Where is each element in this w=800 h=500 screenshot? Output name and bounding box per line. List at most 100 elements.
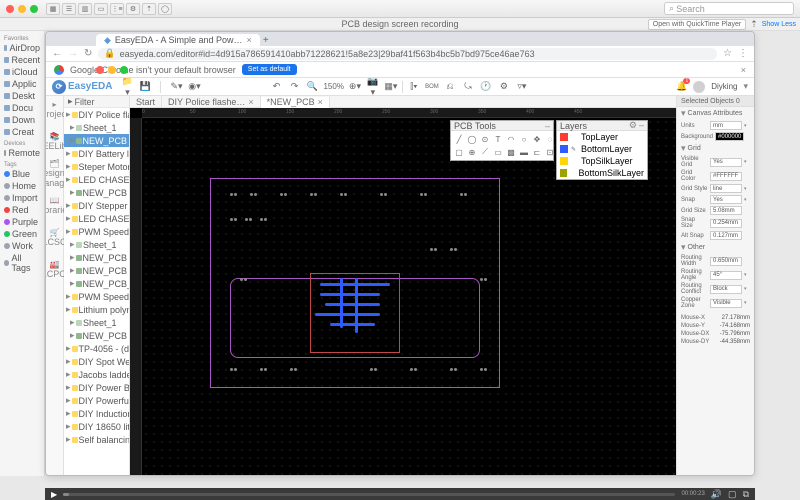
finder-tag[interactable]: Blue xyxy=(2,168,42,180)
forward-icon[interactable]: → xyxy=(68,48,78,59)
rail-item-design-manager[interactable]: 🗂Design Manager xyxy=(47,162,63,184)
props-value[interactable]: #FFFFFF xyxy=(710,172,742,181)
settings-icon[interactable]: ⚙ xyxy=(497,81,511,92)
via-tool-icon[interactable]: ⊙ xyxy=(479,133,491,145)
layer-row[interactable]: ✎BottomLayer xyxy=(557,143,647,155)
finder-item[interactable]: Creat xyxy=(2,126,42,138)
props-value[interactable]: 5.08mm xyxy=(710,206,742,215)
share-preview-icon[interactable]: ⇡ xyxy=(750,19,758,30)
app-logo[interactable]: ⟳ EasyEDA xyxy=(52,80,112,94)
tree-expand-icon[interactable]: ▸ xyxy=(70,265,75,276)
open-quicktime-button[interactable]: Open with QuickTime Player xyxy=(648,19,746,30)
rail-item-project[interactable]: ▸Project xyxy=(47,98,63,120)
dropdown-icon[interactable]: ▾ xyxy=(744,123,750,129)
username[interactable]: Diyking xyxy=(711,82,737,91)
crosshair-icon[interactable]: ⊕▾ xyxy=(348,81,362,92)
finder-tag[interactable]: Import xyxy=(2,192,42,204)
history-icon[interactable]: 🕐 xyxy=(479,81,493,92)
props-value[interactable]: 0.650mm xyxy=(710,257,742,266)
props-value[interactable]: mm xyxy=(710,121,742,130)
dropdown-icon[interactable]: ▾ xyxy=(744,300,750,306)
dropdown-icon[interactable]: ▾ xyxy=(744,272,750,278)
tree-expand-icon[interactable]: ▸ xyxy=(66,304,71,315)
tree-expand-icon[interactable]: ▸ xyxy=(66,148,71,159)
url-input[interactable]: 🔒 easyeda.com/editor#id=4d915a786591410a… xyxy=(98,48,717,60)
pcb-tools-panel[interactable]: PCB Tools – ╱ ◯ ⊙ T ◠ ○ ✥ ◌ ▢ xyxy=(450,120,554,161)
layer-row[interactable]: BottomSilkLayer xyxy=(557,167,647,179)
tree-node[interactable]: ▸LED CHASER CIR xyxy=(64,212,129,225)
view-icon-button[interactable]: ▦ xyxy=(46,3,60,15)
section-collapse-icon[interactable]: ▾ xyxy=(681,108,686,119)
layer-color-swatch[interactable] xyxy=(560,133,568,141)
tree-expand-icon[interactable]: ▸ xyxy=(66,343,71,354)
finder-item[interactable]: AirDrop xyxy=(2,42,42,54)
redo-icon[interactable]: ↷ xyxy=(287,81,301,92)
tree-expand-icon[interactable]: ▸ xyxy=(70,239,75,250)
rect-tool-icon[interactable]: ▭ xyxy=(492,146,504,158)
finder-tag[interactable]: Work xyxy=(2,240,42,252)
view-list-button[interactable]: ☰ xyxy=(62,3,76,15)
browser-tab[interactable]: ◆ EasyEDA - A Simple and Pow… × xyxy=(96,34,260,46)
tree-expand-icon[interactable]: ▸ xyxy=(66,382,71,393)
tree-node[interactable]: ▸Self balancing robot xyxy=(64,433,129,446)
tree-expand-icon[interactable]: ▸ xyxy=(70,135,75,146)
finder-item[interactable]: Applic xyxy=(2,78,42,90)
share-tool-icon[interactable]: ⤿ xyxy=(461,81,475,92)
net-icon[interactable]: ⎌ xyxy=(443,81,457,92)
tree-expand-icon[interactable]: ▸ xyxy=(66,421,71,432)
layer-settings-icon[interactable]: ⚙ xyxy=(629,120,637,131)
copper-tool-icon[interactable]: ▩ xyxy=(505,146,517,158)
measure-tool-icon[interactable]: ⟋ xyxy=(479,146,491,158)
view-gallery-button[interactable]: ▭ xyxy=(94,3,108,15)
tree-node[interactable]: ▸NEW_PCB_final xyxy=(64,277,129,290)
layer-row[interactable]: TopSilkLayer xyxy=(557,155,647,167)
props-value[interactable]: 45° xyxy=(710,271,742,280)
connect-tool-icon[interactable]: ⊏ xyxy=(531,146,543,158)
finder-tag[interactable]: Green xyxy=(2,228,42,240)
progress-bar[interactable] xyxy=(63,493,675,496)
circle-tool-icon[interactable]: ○ xyxy=(518,133,530,145)
more-menu-icon[interactable]: ▿▾ xyxy=(515,81,529,92)
rail-item-libraries[interactable]: 📖Libraries xyxy=(47,194,63,216)
dropdown-icon[interactable]: ▾ xyxy=(744,186,750,192)
props-value[interactable]: line xyxy=(710,184,742,193)
layer-color-swatch[interactable] xyxy=(560,169,567,177)
browser-close-icon[interactable] xyxy=(96,66,104,74)
tree-expand-icon[interactable]: ▸ xyxy=(66,369,71,380)
back-icon[interactable]: ← xyxy=(52,48,62,59)
pcb-canvas[interactable]: 050100150200250300350400450 xyxy=(130,108,676,475)
close-window-icon[interactable] xyxy=(6,5,14,13)
tree-node[interactable]: ▸DIY Police flasher lig xyxy=(64,108,129,121)
tree-node[interactable]: ▸Sheet_1 xyxy=(64,121,129,134)
finder-tag[interactable]: Purple xyxy=(2,216,42,228)
finder-item[interactable]: Down xyxy=(2,114,42,126)
props-value[interactable]: Yes xyxy=(710,195,742,204)
dropdown-icon[interactable]: ▾ xyxy=(744,159,750,165)
tree-expand-icon[interactable]: ▸ xyxy=(66,434,71,445)
tree-expand-icon[interactable]: ▸ xyxy=(66,226,71,237)
tree-node[interactable]: ▸DIY Battery level ind xyxy=(64,147,129,160)
extensions-icon[interactable]: ⋮ xyxy=(738,48,748,59)
tree-node[interactable]: ▸DIY Induction cooker xyxy=(64,407,129,420)
tree-expand-icon[interactable]: ▸ xyxy=(70,187,75,198)
play-icon[interactable]: ▶ xyxy=(51,490,57,499)
layer-color-swatch[interactable] xyxy=(560,145,568,153)
document-tab[interactable]: *NEW_PCB× xyxy=(261,97,330,108)
placement-menu-icon[interactable]: ◉▾ xyxy=(187,81,201,92)
browser-min-icon[interactable] xyxy=(108,66,116,74)
pip-icon[interactable]: ⧉ xyxy=(743,489,749,500)
airplay-icon[interactable]: ▢ xyxy=(728,489,737,500)
props-section[interactable]: ▾Grid xyxy=(677,142,754,155)
finder-item[interactable]: iCloud xyxy=(2,66,42,78)
tree-node[interactable]: ▸DIY 18650 lithium ce xyxy=(64,420,129,433)
hole-tool-icon[interactable]: ◌ xyxy=(544,133,556,145)
tree-expand-icon[interactable]: ▸ xyxy=(66,356,71,367)
user-menu-chevron-icon[interactable]: ▾ xyxy=(743,81,748,92)
layer-pencil-icon[interactable]: ✎ xyxy=(571,146,578,153)
tree-node[interactable]: ▸NEW_PCB 2 xyxy=(64,264,129,277)
action-button[interactable]: ⚙ xyxy=(126,3,140,15)
tree-expand-icon[interactable]: ▸ xyxy=(70,330,75,341)
view-column-button[interactable]: ▥ xyxy=(78,3,92,15)
layer-color-swatch[interactable] xyxy=(560,157,568,165)
finder-item[interactable]: Recent xyxy=(2,54,42,66)
